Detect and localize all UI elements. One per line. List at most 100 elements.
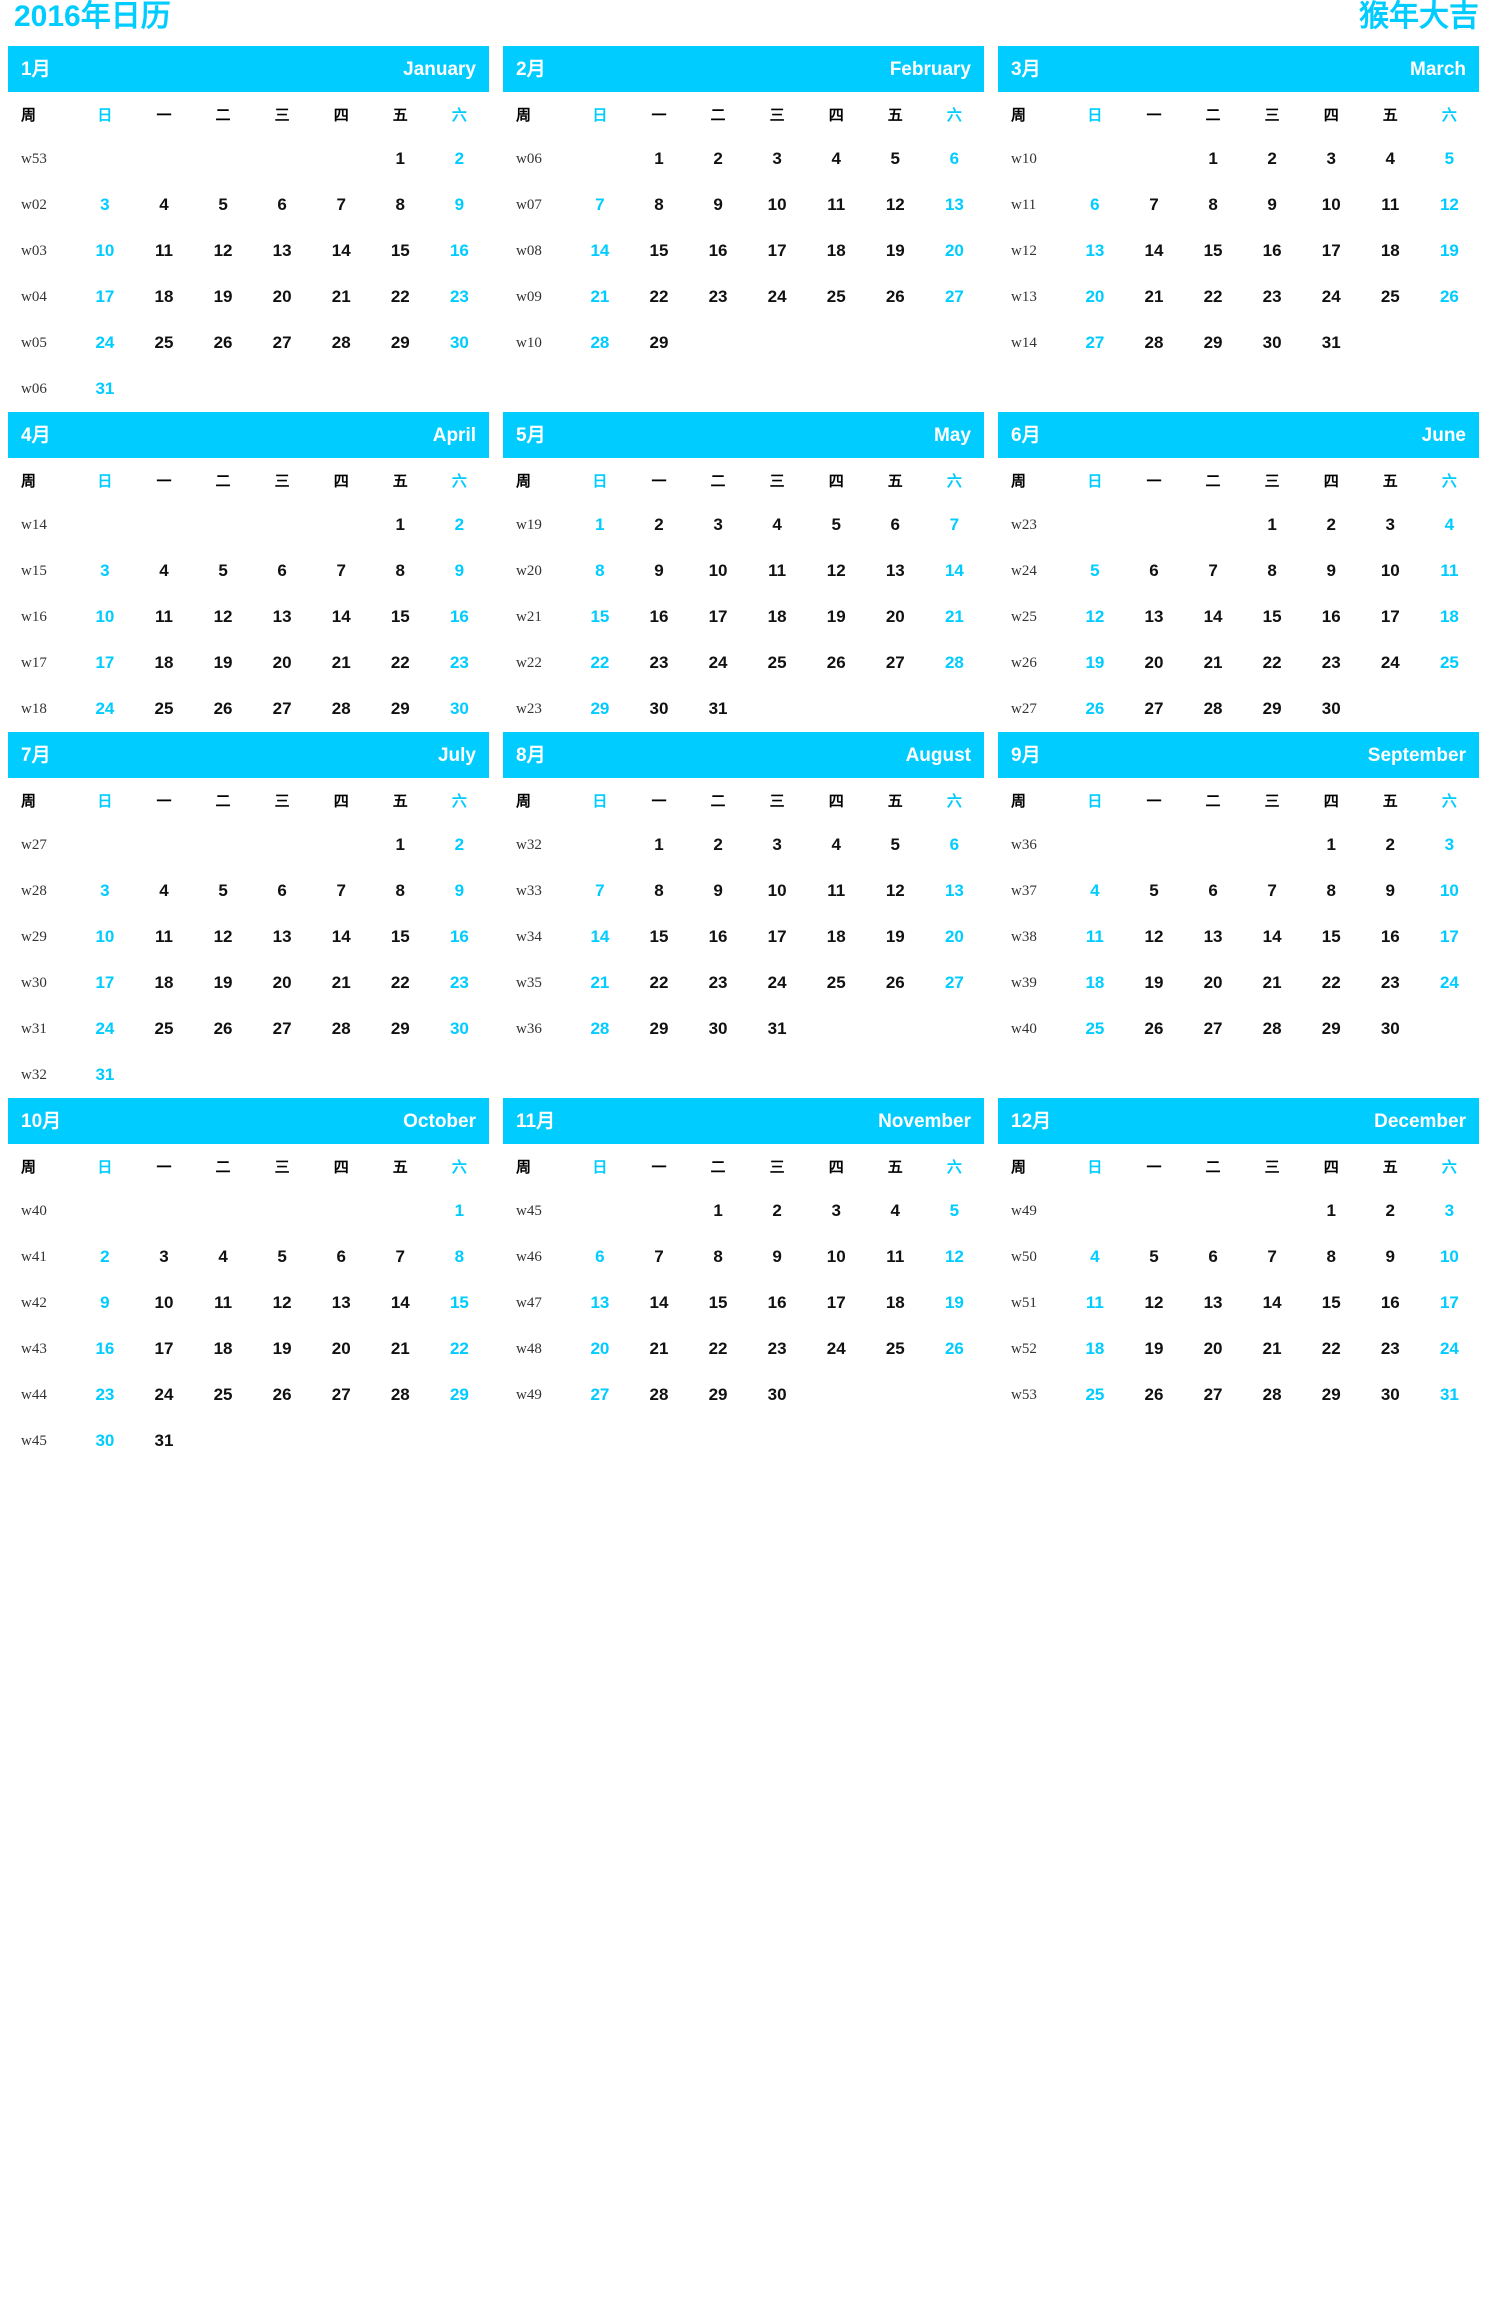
day-cell[interactable]: 30 xyxy=(1361,1006,1420,1052)
day-cell[interactable]: 29 xyxy=(570,686,629,732)
day-cell[interactable]: 22 xyxy=(1243,640,1302,686)
day-cell[interactable]: 16 xyxy=(689,228,748,274)
day-cell[interactable]: 5 xyxy=(253,1234,312,1280)
day-cell[interactable]: 11 xyxy=(1065,1280,1124,1326)
day-cell[interactable]: 23 xyxy=(75,1372,134,1418)
day-cell[interactable]: 18 xyxy=(1065,960,1124,1006)
month-header[interactable]: 9月 September xyxy=(998,732,1479,778)
day-cell[interactable]: 24 xyxy=(75,320,134,366)
day-cell[interactable]: 29 xyxy=(371,320,430,366)
day-cell[interactable]: 7 xyxy=(570,868,629,914)
day-cell[interactable]: 15 xyxy=(629,228,688,274)
day-cell[interactable]: 20 xyxy=(1184,1326,1243,1372)
month-header[interactable]: 7月 July xyxy=(8,732,489,778)
day-cell[interactable]: 3 xyxy=(1361,502,1420,548)
day-cell[interactable]: 24 xyxy=(1420,960,1479,1006)
day-cell[interactable]: 13 xyxy=(925,868,984,914)
day-cell[interactable]: 12 xyxy=(194,594,253,640)
day-cell[interactable]: 8 xyxy=(1184,182,1243,228)
day-cell[interactable]: 28 xyxy=(312,1006,371,1052)
day-cell[interactable]: 13 xyxy=(253,228,312,274)
day-cell[interactable]: 10 xyxy=(689,548,748,594)
day-cell[interactable]: 23 xyxy=(1361,1326,1420,1372)
day-cell[interactable]: 6 xyxy=(925,822,984,868)
day-cell[interactable]: 2 xyxy=(1361,822,1420,868)
day-cell[interactable]: 9 xyxy=(430,868,489,914)
day-cell[interactable]: 15 xyxy=(430,1280,489,1326)
day-cell[interactable]: 14 xyxy=(1124,228,1183,274)
day-cell[interactable]: 20 xyxy=(570,1326,629,1372)
day-cell[interactable]: 19 xyxy=(807,594,866,640)
day-cell[interactable]: 9 xyxy=(629,548,688,594)
day-cell[interactable]: 30 xyxy=(430,1006,489,1052)
day-cell[interactable]: 30 xyxy=(75,1418,134,1464)
day-cell[interactable]: 22 xyxy=(570,640,629,686)
day-cell[interactable]: 3 xyxy=(75,868,134,914)
day-cell[interactable]: 5 xyxy=(866,136,925,182)
day-cell[interactable]: 10 xyxy=(75,914,134,960)
day-cell[interactable]: 17 xyxy=(1361,594,1420,640)
day-cell[interactable]: 3 xyxy=(748,136,807,182)
day-cell[interactable]: 5 xyxy=(194,868,253,914)
day-cell[interactable]: 29 xyxy=(689,1372,748,1418)
day-cell[interactable]: 14 xyxy=(1243,1280,1302,1326)
day-cell[interactable]: 14 xyxy=(570,228,629,274)
day-cell[interactable]: 19 xyxy=(866,914,925,960)
day-cell[interactable]: 13 xyxy=(925,182,984,228)
day-cell[interactable]: 12 xyxy=(194,914,253,960)
day-cell[interactable]: 31 xyxy=(689,686,748,732)
day-cell[interactable]: 6 xyxy=(1184,1234,1243,1280)
day-cell[interactable]: 9 xyxy=(75,1280,134,1326)
day-cell[interactable]: 16 xyxy=(430,914,489,960)
day-cell[interactable]: 18 xyxy=(1420,594,1479,640)
day-cell[interactable]: 14 xyxy=(312,914,371,960)
day-cell[interactable]: 14 xyxy=(1243,914,1302,960)
day-cell[interactable]: 3 xyxy=(134,1234,193,1280)
day-cell[interactable]: 14 xyxy=(1184,594,1243,640)
day-cell[interactable]: 8 xyxy=(371,548,430,594)
day-cell[interactable]: 22 xyxy=(1302,960,1361,1006)
day-cell[interactable]: 18 xyxy=(1361,228,1420,274)
day-cell[interactable]: 21 xyxy=(1184,640,1243,686)
day-cell[interactable]: 11 xyxy=(748,548,807,594)
day-cell[interactable]: 18 xyxy=(748,594,807,640)
day-cell[interactable]: 30 xyxy=(1243,320,1302,366)
day-cell[interactable]: 15 xyxy=(1302,1280,1361,1326)
day-cell[interactable]: 5 xyxy=(866,822,925,868)
day-cell[interactable]: 17 xyxy=(1302,228,1361,274)
day-cell[interactable]: 27 xyxy=(570,1372,629,1418)
day-cell[interactable]: 12 xyxy=(1065,594,1124,640)
day-cell[interactable]: 19 xyxy=(925,1280,984,1326)
day-cell[interactable]: 12 xyxy=(807,548,866,594)
day-cell[interactable]: 24 xyxy=(807,1326,866,1372)
day-cell[interactable]: 29 xyxy=(1184,320,1243,366)
day-cell[interactable]: 9 xyxy=(430,182,489,228)
day-cell[interactable]: 1 xyxy=(629,136,688,182)
day-cell[interactable]: 24 xyxy=(689,640,748,686)
day-cell[interactable]: 19 xyxy=(1065,640,1124,686)
day-cell[interactable]: 22 xyxy=(629,960,688,1006)
day-cell[interactable]: 22 xyxy=(629,274,688,320)
day-cell[interactable]: 2 xyxy=(629,502,688,548)
day-cell[interactable]: 23 xyxy=(689,274,748,320)
day-cell[interactable]: 25 xyxy=(866,1326,925,1372)
day-cell[interactable]: 1 xyxy=(371,822,430,868)
day-cell[interactable]: 26 xyxy=(1065,686,1124,732)
day-cell[interactable]: 19 xyxy=(194,274,253,320)
day-cell[interactable]: 13 xyxy=(1184,914,1243,960)
day-cell[interactable]: 4 xyxy=(807,822,866,868)
day-cell[interactable]: 8 xyxy=(1243,548,1302,594)
day-cell[interactable]: 4 xyxy=(748,502,807,548)
day-cell[interactable]: 5 xyxy=(194,548,253,594)
month-header[interactable]: 11月 November xyxy=(503,1098,984,1144)
day-cell[interactable]: 21 xyxy=(371,1326,430,1372)
day-cell[interactable]: 21 xyxy=(312,640,371,686)
day-cell[interactable]: 8 xyxy=(629,182,688,228)
day-cell[interactable]: 11 xyxy=(134,228,193,274)
day-cell[interactable]: 23 xyxy=(430,960,489,1006)
day-cell[interactable]: 18 xyxy=(1065,1326,1124,1372)
day-cell[interactable]: 16 xyxy=(1243,228,1302,274)
month-header[interactable]: 12月 December xyxy=(998,1098,1479,1144)
day-cell[interactable]: 30 xyxy=(1361,1372,1420,1418)
day-cell[interactable]: 24 xyxy=(75,1006,134,1052)
